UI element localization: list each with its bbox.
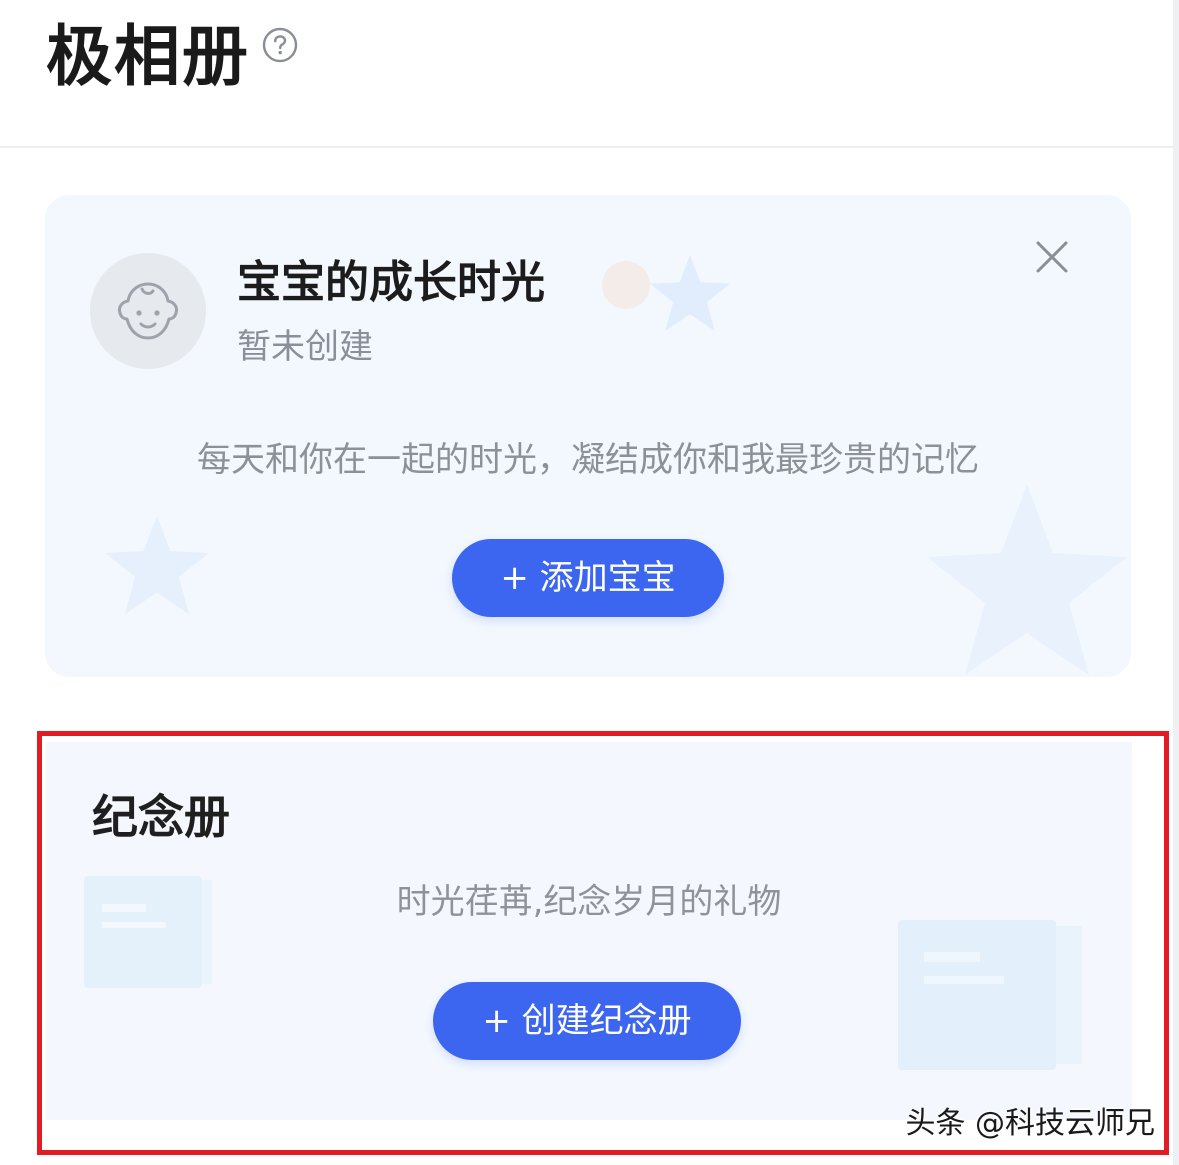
baby-card-status: 暂未创建 [237, 327, 373, 367]
highlight-box [37, 731, 1169, 1155]
star-decoration-icon [650, 255, 730, 331]
add-baby-button[interactable]: + 添加宝宝 [452, 539, 724, 617]
right-edge-bar [1173, 0, 1179, 1165]
baby-growth-card: 宝宝的成长时光 暂未创建 每天和你在一起的时光，凝结成你和我最珍贵的记忆 + 添… [45, 195, 1131, 677]
page-title: 极相册 [46, 18, 250, 95]
close-icon[interactable] [1030, 235, 1074, 279]
star-decoration-icon [927, 485, 1127, 675]
header-divider [0, 146, 1173, 148]
baby-face-icon [118, 282, 178, 340]
baby-avatar [90, 253, 206, 369]
baby-card-description: 每天和你在一起的时光，凝结成你和我最珍贵的记忆 [197, 440, 979, 480]
baby-card-title: 宝宝的成长时光 [237, 257, 545, 308]
decoration-dot [602, 261, 650, 309]
question-circle-icon[interactable] [262, 27, 298, 63]
star-decoration-icon [105, 515, 209, 615]
watermark: 头条 @科技云师兄 [905, 1106, 1155, 1141]
